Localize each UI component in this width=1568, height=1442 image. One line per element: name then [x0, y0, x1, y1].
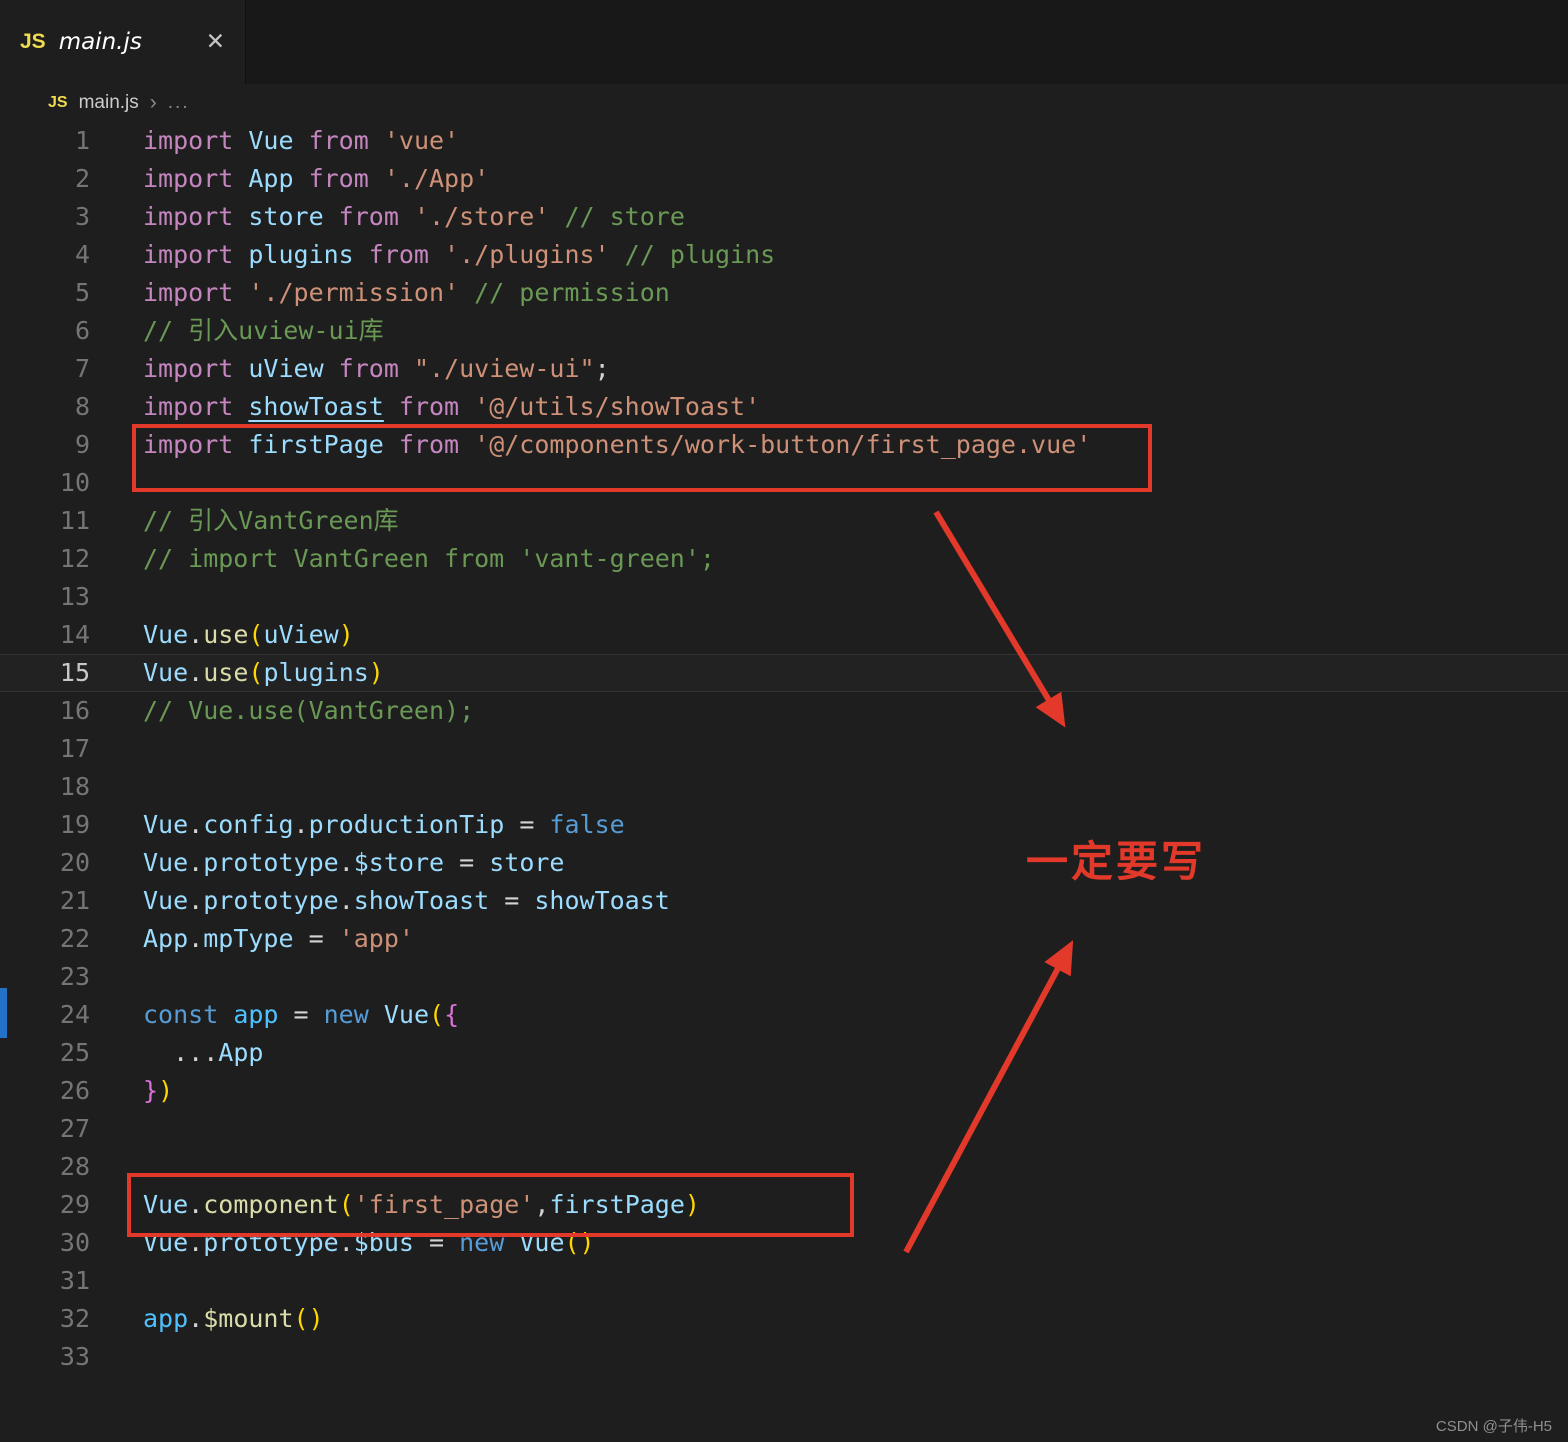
code-line[interactable]: 14 Vue.use(uView) [0, 616, 1568, 654]
line-number: 12 [59, 544, 90, 573]
code-line[interactable]: 27 [0, 1110, 1568, 1148]
breadcrumb: JS main.js › ... [0, 84, 1568, 122]
code-text: // import VantGreen from 'vant-green'; [143, 544, 715, 573]
code-text: import plugins from './plugins' // plugi… [143, 240, 776, 269]
code-text: import App from './App' [143, 164, 490, 193]
line-number: 8 [74, 392, 90, 421]
code-text: // Vue.use(VantGreen); [143, 696, 475, 725]
code-line[interactable]: 32 app.$mount() [0, 1300, 1568, 1338]
line-number: 7 [74, 354, 90, 383]
line-number: 11 [59, 506, 90, 535]
code-line[interactable]: 25 ...App [0, 1034, 1568, 1072]
line-number: 1 [74, 126, 90, 155]
code-line[interactable]: 19 Vue.config.productionTip = false [0, 806, 1568, 844]
code-line[interactable]: 8 import showToast from '@/utils/showToas… [0, 388, 1568, 426]
line-number: 25 [59, 1038, 90, 1067]
tab-title: main.js [58, 29, 142, 55]
chevron-right-icon: › [149, 91, 157, 114]
code-line[interactable]: 17 [0, 730, 1568, 768]
code-text: Vue.config.productionTip = false [143, 810, 625, 839]
code-line[interactable]: 15 Vue.use(plugins) [0, 654, 1568, 692]
line-number: 3 [74, 202, 90, 231]
code-line[interactable]: 13 [0, 578, 1568, 616]
code-line[interactable]: 18 [0, 768, 1568, 806]
left-accent-bar [0, 988, 7, 1038]
code-text: import showToast from '@/utils/showToast… [143, 392, 761, 421]
code-line[interactable]: 5 import './permission' // permission [0, 274, 1568, 312]
line-number: 9 [74, 430, 90, 459]
annotation-box-vue-component [127, 1173, 854, 1237]
code-line[interactable]: 1 import Vue from 'vue' [0, 122, 1568, 160]
code-text: Vue.prototype.$store = store [143, 848, 565, 877]
line-number: 14 [59, 620, 90, 649]
code-line[interactable]: 11 // 引入VantGreen库 [0, 502, 1568, 540]
code-text: App.mpType = 'app' [143, 924, 414, 953]
watermark: CSDN @子伟-H5 [1435, 1418, 1552, 1435]
code-line[interactable]: 22 App.mpType = 'app' [0, 920, 1568, 958]
code-text: import uView from "./uview-ui"; [143, 354, 610, 383]
line-number: 33 [59, 1342, 90, 1371]
code-line[interactable]: 20 Vue.prototype.$store = store [0, 844, 1568, 882]
line-number: 17 [59, 734, 90, 763]
line-number: 22 [59, 924, 90, 953]
line-number: 24 [59, 1000, 90, 1029]
code-text: // 引入uview-ui库 [143, 316, 384, 345]
line-number: 13 [59, 582, 90, 611]
line-number: 18 [59, 772, 90, 801]
breadcrumb-symbol[interactable]: ... [168, 92, 190, 114]
tab-bar: JS main.js ✕ [0, 0, 1568, 84]
close-icon[interactable]: ✕ [206, 29, 225, 55]
code-line[interactable]: 21 Vue.prototype.showToast = showToast [0, 882, 1568, 920]
code-line[interactable]: 31 [0, 1262, 1568, 1300]
breadcrumb-file[interactable]: main.js [79, 92, 139, 114]
js-file-icon: JS [20, 30, 46, 53]
code-line[interactable]: 23 [0, 958, 1568, 996]
line-number: 29 [59, 1190, 90, 1219]
code-text: const app = new Vue({ [143, 1000, 460, 1029]
line-number: 28 [59, 1152, 90, 1181]
code-text: Vue.use(uView) [143, 620, 354, 649]
code-text: app.$mount() [143, 1304, 324, 1333]
line-number: 4 [74, 240, 90, 269]
line-number: 21 [59, 886, 90, 915]
code-text: ...App [143, 1038, 264, 1067]
line-number: 23 [59, 962, 90, 991]
code-line[interactable]: 6 // 引入uview-ui库 [0, 312, 1568, 350]
tab-main-js[interactable]: JS main.js ✕ [0, 0, 246, 84]
annotation-note: 一定要写 [1026, 838, 1207, 885]
code-line[interactable]: 24 const app = new Vue({ [0, 996, 1568, 1034]
line-number: 15 [59, 658, 90, 687]
code-text: Vue.use(plugins) [143, 658, 384, 687]
code-line[interactable]: 33 [0, 1338, 1568, 1376]
code-text: // 引入VantGreen库 [143, 506, 399, 535]
code-line[interactable]: 7 import uView from "./uview-ui"; [0, 350, 1568, 388]
code-line[interactable]: 12 // import VantGreen from 'vant-green'; [0, 540, 1568, 578]
line-number: 20 [59, 848, 90, 877]
line-number: 31 [59, 1266, 90, 1295]
code-text: import store from './store' // store [143, 202, 685, 231]
code-text: import './permission' // permission [143, 278, 670, 307]
code-line[interactable]: 3 import store from './store' // store [0, 198, 1568, 236]
js-file-icon: JS [48, 94, 68, 111]
line-number: 10 [59, 468, 90, 497]
code-text: Vue.prototype.showToast = showToast [143, 886, 670, 915]
line-number: 32 [59, 1304, 90, 1333]
line-number: 5 [74, 278, 90, 307]
code-text: import Vue from 'vue' [143, 126, 460, 155]
code-text: }) [143, 1076, 174, 1105]
code-line[interactable]: 16 // Vue.use(VantGreen); [0, 692, 1568, 730]
annotation-box-import-firstpage [132, 424, 1152, 492]
code-line[interactable]: 2 import App from './App' [0, 160, 1568, 198]
line-number: 2 [74, 164, 90, 193]
line-number: 27 [59, 1114, 90, 1143]
line-number: 30 [59, 1228, 90, 1257]
code-line[interactable]: 4 import plugins from './plugins' // plug… [0, 236, 1568, 274]
line-number: 19 [59, 810, 90, 839]
line-number: 16 [59, 696, 90, 725]
line-number: 6 [74, 316, 90, 345]
code-line[interactable]: 26}) [0, 1072, 1568, 1110]
line-number: 26 [59, 1076, 90, 1105]
